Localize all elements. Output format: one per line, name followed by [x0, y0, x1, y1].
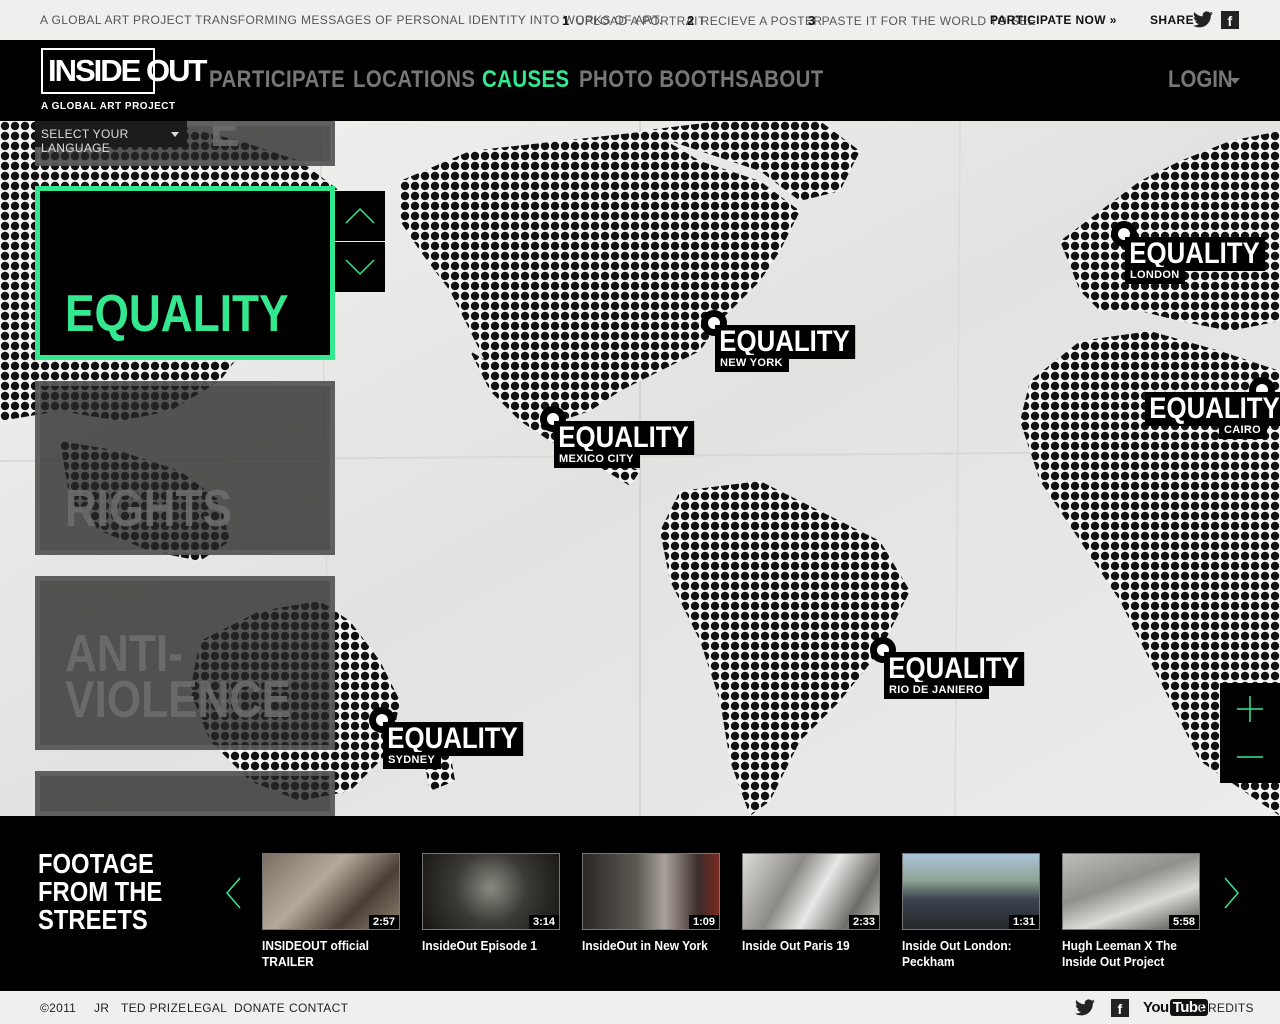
video-card[interactable]: 2:33 Inside Out Paris 19: [742, 853, 882, 954]
marker-city: London: [1125, 267, 1186, 284]
video-card[interactable]: 2:57 INSIDEOUT official TRAILER: [262, 853, 402, 970]
site-header: INSIDE OUT A Global Art Project Particip…: [0, 40, 1280, 121]
video-duration: 3:14: [528, 915, 559, 929]
footage-section: Footage from the streets 2:57 INSIDEOUT …: [0, 816, 1280, 991]
logo-subtitle: A Global Art Project: [41, 101, 176, 112]
zoom-in-button[interactable]: [1220, 683, 1280, 733]
chevron-down-icon: [345, 259, 375, 276]
cause-item-equality[interactable]: Equality: [35, 186, 335, 360]
footer-link-ted-prize[interactable]: TED Prize: [121, 1001, 186, 1015]
chevron-up-icon: [345, 207, 375, 224]
minus-icon: [1237, 756, 1263, 758]
marker-title: Equality: [1145, 392, 1280, 426]
caret-down-icon: [171, 132, 179, 137]
video-title[interactable]: INSIDEOUT official TRAILER: [262, 938, 400, 970]
footer-link-jr[interactable]: JR: [94, 1001, 109, 1015]
video-title[interactable]: Inside Out Paris 19: [742, 938, 880, 954]
plus-icon: [1237, 696, 1263, 722]
video-thumbnail[interactable]: 1:31: [902, 853, 1040, 930]
marker-title: Equality: [715, 325, 855, 359]
footer-link-legal[interactable]: Legal: [187, 1001, 227, 1015]
marker-title: Equality: [884, 652, 1024, 686]
cause-item-label: Rights: [65, 480, 232, 538]
video-duration: 1:09: [688, 915, 719, 929]
nav-about[interactable]: About: [749, 66, 824, 94]
video-title[interactable]: Hugh Leeman X The Inside Out Project: [1062, 938, 1200, 970]
video-title[interactable]: InsideOut in New York: [582, 938, 720, 954]
video-thumbnail[interactable]: 2:33: [742, 853, 880, 930]
facebook-icon[interactable]: f: [1221, 11, 1239, 29]
logo[interactable]: INSIDE OUT: [41, 48, 207, 94]
copyright: ©2011: [40, 1001, 77, 1015]
arrow-right-icon[interactable]: [1221, 876, 1241, 910]
cause-item-rights[interactable]: Rights: [35, 381, 335, 555]
step-1: 1 Upload a portrait: [562, 13, 706, 28]
video-duration: 1:31: [1008, 915, 1039, 929]
video-thumbnail[interactable]: 5:58: [1062, 853, 1200, 930]
marker-title: Equality: [554, 421, 694, 455]
share-label: Share: [1150, 13, 1195, 27]
twitter-icon[interactable]: [1074, 999, 1096, 1017]
marker-city: Sydney: [383, 752, 442, 769]
marker-title: Equality: [1125, 237, 1265, 271]
participate-now-link[interactable]: Participate Now »: [990, 13, 1117, 27]
video-duration: 2:57: [368, 915, 399, 929]
video-thumbnail[interactable]: 2:57: [262, 853, 400, 930]
video-thumbnail[interactable]: 3:14: [422, 853, 560, 930]
language-select[interactable]: Select your language: [35, 121, 187, 155]
footer-link-donate[interactable]: Donate: [234, 1001, 285, 1015]
twitter-icon[interactable]: [1192, 11, 1214, 29]
nav-causes[interactable]: Causes: [482, 66, 570, 94]
arrow-left-icon[interactable]: [224, 876, 244, 910]
login-menu[interactable]: Login: [1168, 66, 1233, 94]
site-footer: ©2011 JR TED Prize Legal Donate Contact …: [0, 991, 1280, 1024]
cause-prev-button[interactable]: [335, 191, 385, 241]
cause-item-label: Equality: [65, 285, 289, 343]
cause-item-anti-violence[interactable]: Anti- Violence: [35, 576, 335, 750]
top-info-bar: A global art project transforming messag…: [0, 0, 1280, 40]
cause-item-next[interactable]: [35, 771, 335, 816]
nav-locations[interactable]: Locations: [353, 66, 475, 94]
video-thumbnail[interactable]: 1:09: [582, 853, 720, 930]
cause-item-label: E: [210, 121, 240, 158]
video-card[interactable]: 3:14 InsideOut Episode 1: [422, 853, 562, 954]
marker-city: Rio de Janiero: [884, 682, 990, 699]
video-duration: 5:58: [1168, 915, 1199, 929]
footer-link-contact[interactable]: Contact: [289, 1001, 348, 1015]
video-card[interactable]: 5:58 Hugh Leeman X The Inside Out Projec…: [1062, 853, 1202, 970]
marker-city: Cairo: [1219, 422, 1267, 439]
video-card[interactable]: 1:31 Inside Out London: Peckham: [902, 853, 1042, 970]
marker-city: New York: [715, 355, 789, 372]
footage-title: Footage from the streets: [38, 848, 163, 935]
video-duration: 2:33: [848, 915, 879, 929]
facebook-icon[interactable]: f: [1111, 999, 1129, 1017]
cause-item-label: Violence: [65, 671, 291, 729]
nav-participate[interactable]: Participate: [209, 66, 345, 94]
marker-city: Mexico City: [554, 451, 640, 468]
step-2: 2 Recieve a poster: [687, 13, 823, 28]
footer-link-credits[interactable]: Credits: [1199, 1001, 1254, 1015]
marker-title: Equality: [383, 722, 523, 756]
video-title[interactable]: InsideOut Episode 1: [422, 938, 560, 954]
cause-next-button[interactable]: [335, 242, 385, 292]
nav-photo-booths[interactable]: Photo Booths: [579, 66, 749, 94]
caret-down-icon[interactable]: [1230, 78, 1240, 84]
video-card[interactable]: 1:09 InsideOut in New York: [582, 853, 722, 954]
video-title[interactable]: Inside Out London: Peckham: [902, 938, 1040, 970]
zoom-out-button[interactable]: [1220, 733, 1280, 783]
